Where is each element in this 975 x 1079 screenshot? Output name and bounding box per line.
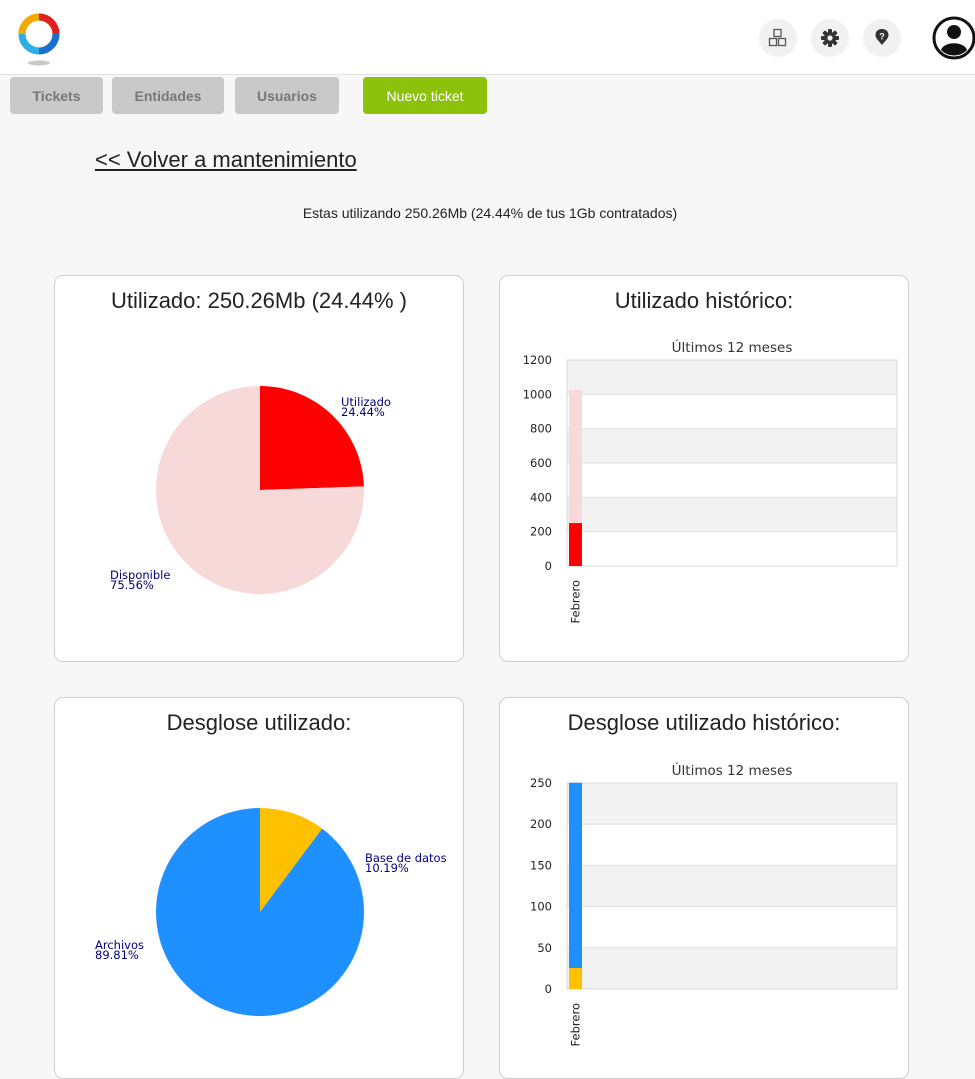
y-tick-label: 1200 [523, 353, 552, 367]
y-tick-label: 0 [545, 982, 552, 996]
grid-band [567, 865, 897, 907]
y-tick-label: 800 [530, 422, 552, 436]
pie-value-label: 75.56% [110, 578, 154, 592]
grid-band [567, 497, 897, 532]
pie-value-label: 24.44% [341, 405, 385, 419]
y-tick-label: 250 [530, 776, 552, 790]
bar-segment [569, 390, 582, 524]
y-tick-label: 1000 [523, 387, 552, 401]
grid-band [567, 360, 897, 395]
used-pie-chart: Utilizado24.44%Disponible75.56% [110, 386, 391, 594]
usuarios-tab[interactable]: Usuarios [235, 77, 339, 114]
logo-icon[interactable] [14, 10, 64, 66]
chart-subtitle: Últimos 12 meses [672, 338, 793, 356]
used-history-bar-chart: Últimos 12 meses 0 200 400 600 800 1000 1200 Feb… [523, 338, 898, 623]
y-tick-label: 400 [530, 490, 552, 504]
grid-band [567, 463, 897, 498]
grid-band [567, 824, 897, 866]
y-tick-label: 200 [530, 525, 552, 539]
new-ticket-button[interactable]: Nuevo ticket [363, 77, 487, 114]
breakdown-history-bar-chart: Últimos 12 meses 0 50 100 150 200 250 Febrero [530, 761, 898, 1046]
bar-segment [569, 523, 582, 566]
y-tick-label: 150 [530, 858, 552, 872]
bar-segment [569, 967, 582, 989]
y-tick-label: 200 [530, 817, 552, 831]
grid-band [567, 947, 897, 989]
chart-subtitle: Últimos 12 meses [672, 761, 793, 779]
usage-summary: Estas utilizando 250.26Mb (24.44% de tus… [302, 205, 678, 221]
x-tick-label: Febrero [569, 1003, 583, 1046]
breakdown-pie-chart: Base de datos10.19%Archivos89.81% [95, 808, 447, 1016]
svg-text:?: ? [879, 32, 885, 42]
grid-band [567, 394, 897, 429]
gear-icon[interactable] [811, 19, 849, 57]
grid-band [567, 531, 897, 566]
used-card: Utilizado: 250.26Mb (24.44% ) Utilizado 2… [54, 275, 464, 662]
y-tick-label: 600 [530, 456, 552, 470]
breakdown-history-card: Desglose utilizado histórico: Últimos 12… [499, 697, 909, 1079]
back-to-maintenance-link[interactable]: << Volver a mantenimiento [95, 147, 357, 173]
y-tick-label: 0 [545, 559, 552, 573]
pie-value-label: 89.81% [95, 948, 139, 962]
pie-value-label: 10.19% [365, 861, 409, 875]
used-history-card: Utilizado histórico: Últimos 12 meses 0 20… [499, 275, 909, 662]
breakdown-card: Desglose utilizado: Base de datos 10.19% A… [54, 697, 464, 1079]
tickets-tab[interactable]: Tickets [10, 77, 103, 114]
grid-band [567, 783, 897, 825]
help-icon[interactable]: ? [863, 19, 901, 57]
pie-slice [155, 808, 364, 1016]
y-tick-label: 100 [530, 900, 552, 914]
grid-band [567, 428, 897, 463]
entidades-tab[interactable]: Entidades [112, 77, 224, 114]
user-icon[interactable] [932, 16, 975, 60]
top-bar: ? [0, 0, 975, 75]
x-tick-label: Febrero [569, 580, 583, 623]
modules-icon[interactable] [759, 19, 797, 57]
y-tick-label: 50 [537, 941, 552, 955]
grid-band [567, 906, 897, 948]
bar-segment [569, 782, 582, 968]
